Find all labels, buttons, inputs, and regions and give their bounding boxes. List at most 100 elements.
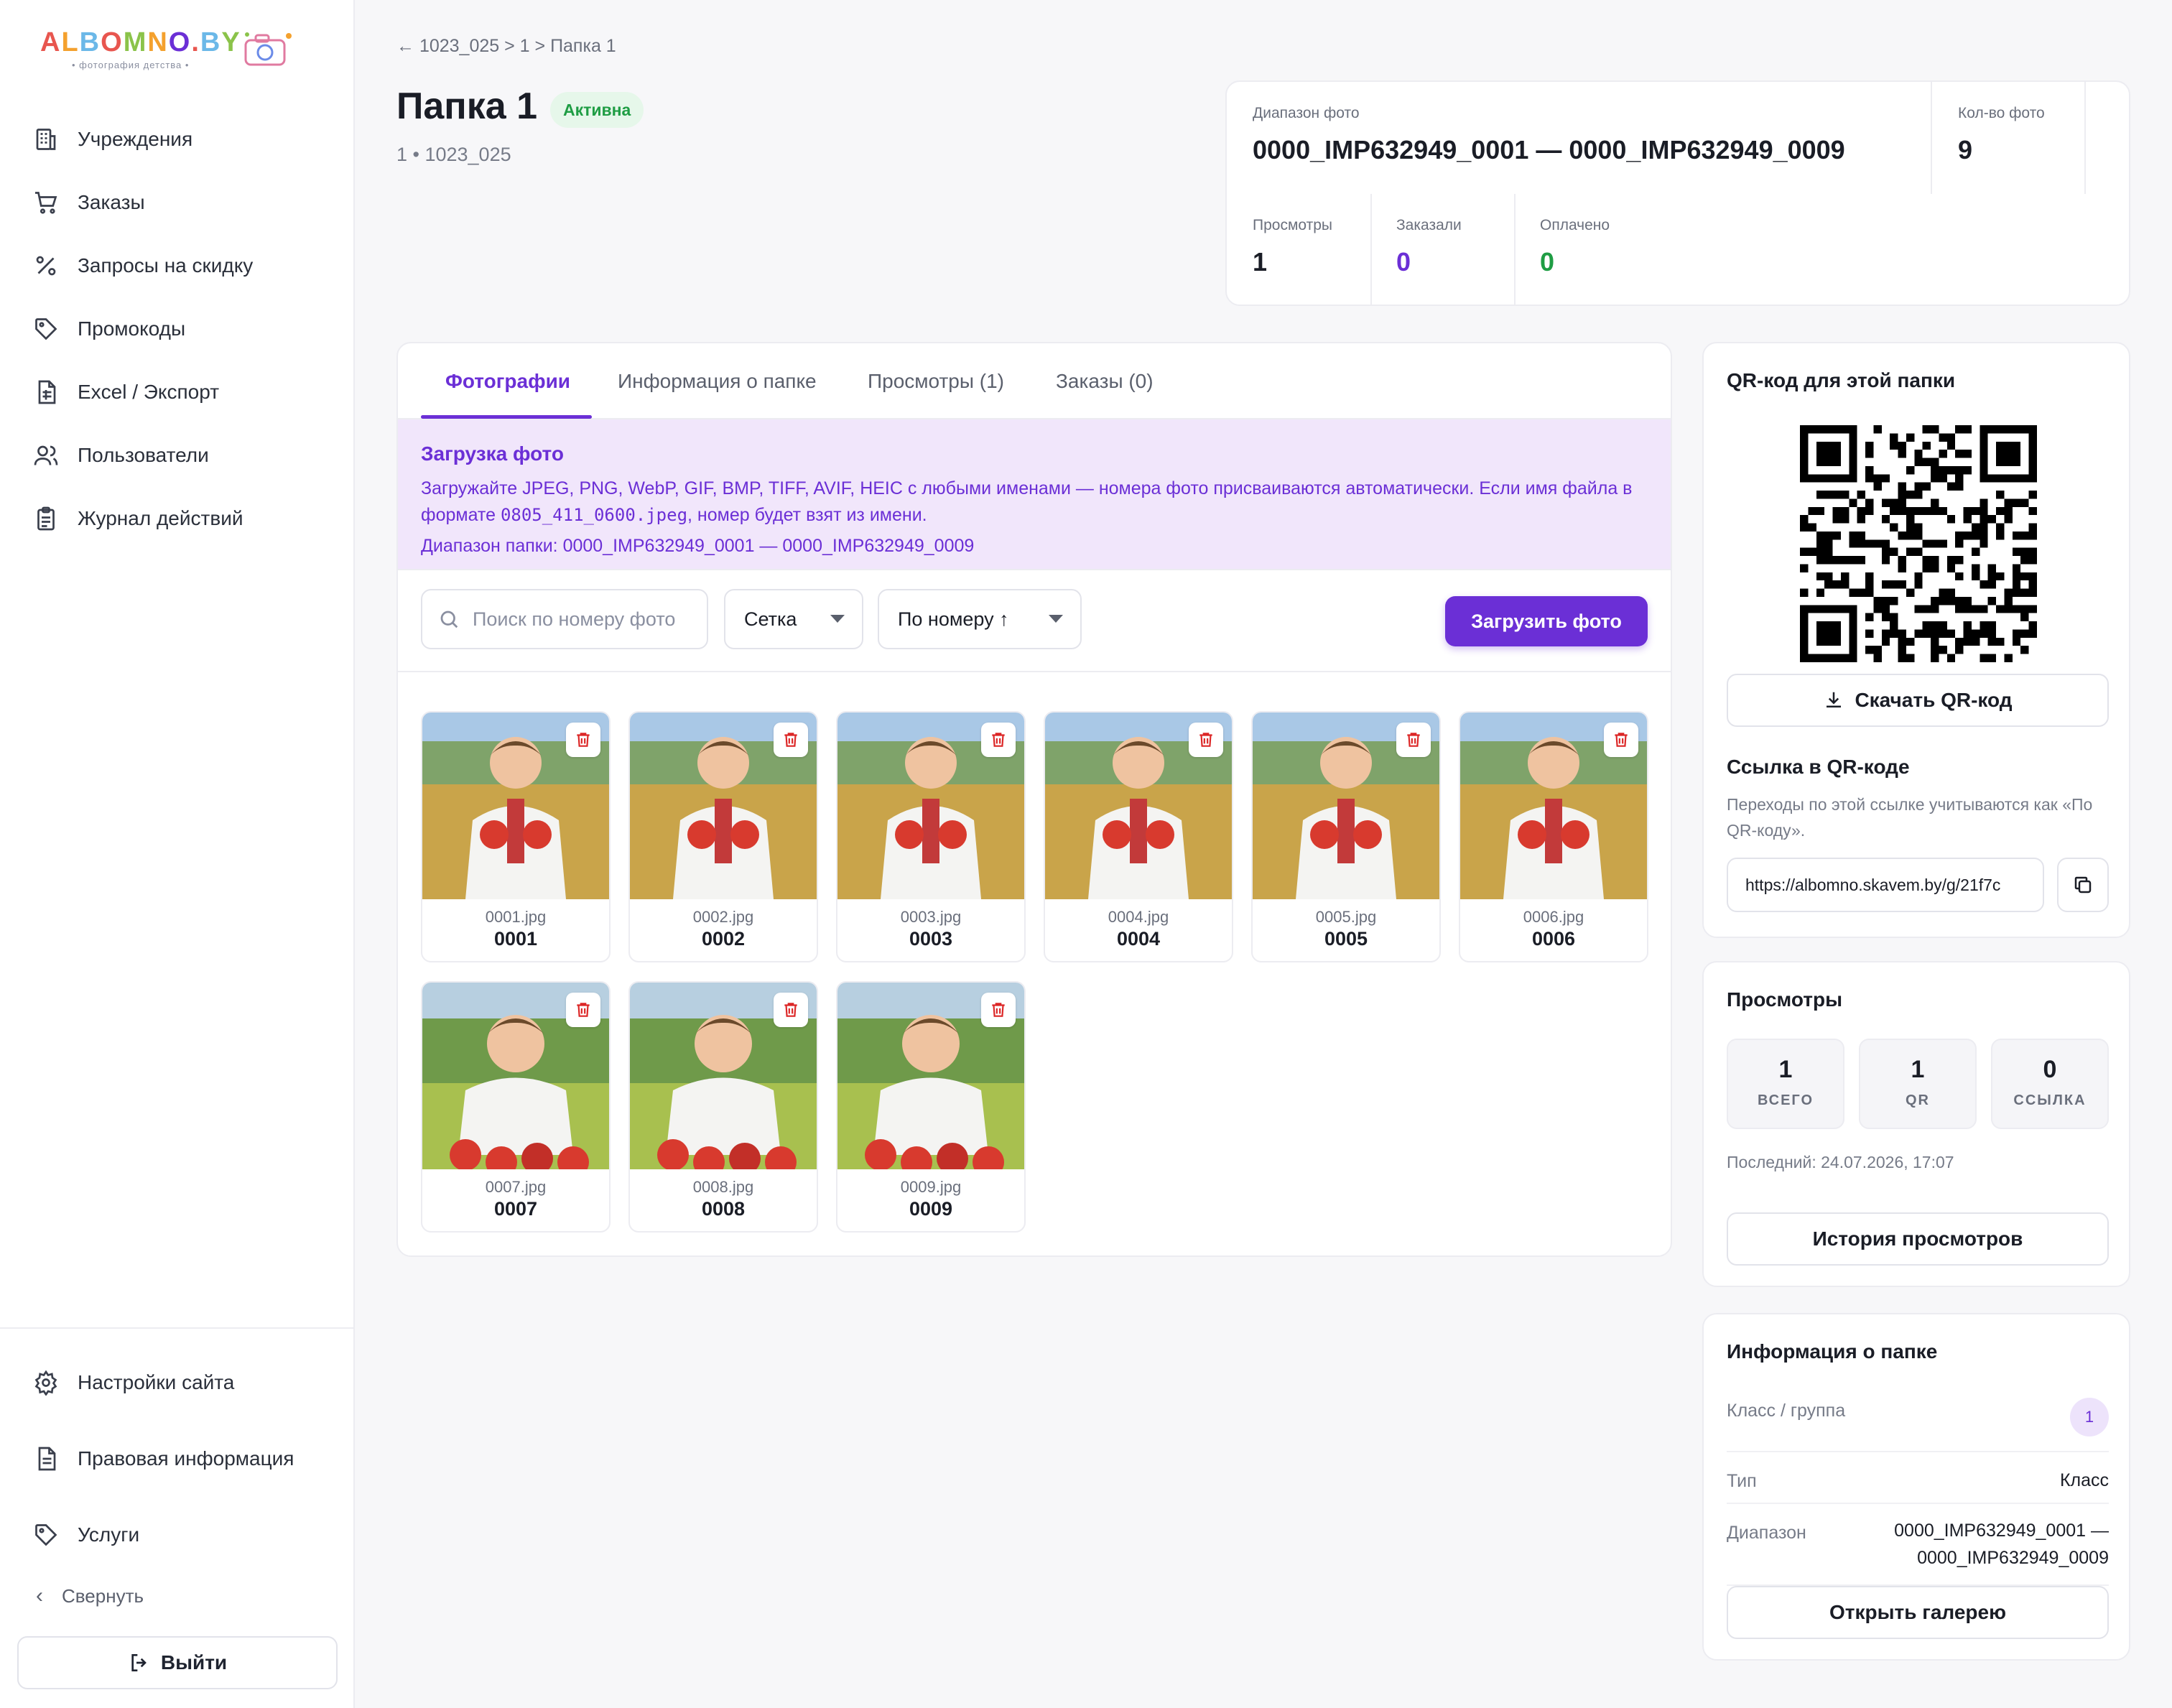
sidebar-item-legal-info[interactable]: Правовая информация — [17, 1421, 338, 1497]
sidebar-item-label: Excel / Экспорт — [78, 381, 220, 403]
upload-info-title: Загрузка фото — [421, 442, 564, 465]
views-qr-box: 1 QR — [1859, 1039, 1977, 1129]
sidebar-item-site-settings[interactable]: Настройки сайта — [17, 1345, 338, 1421]
sidebar-item-institutions[interactable]: Учреждения — [17, 108, 338, 171]
collapse-label: Свернуть — [62, 1584, 144, 1607]
tag-icon — [35, 318, 57, 340]
filename-format-code: 0805_411_0600.jpeg — [500, 505, 688, 525]
delete-photo-button[interactable] — [1189, 723, 1223, 757]
view-history-button[interactable]: История просмотров — [1727, 1212, 2109, 1266]
upload-info-banner: Загрузка фото Загружайте JPEG, PNG, WebP… — [398, 419, 1671, 570]
search-box[interactable] — [421, 589, 708, 649]
trash-icon — [574, 730, 593, 749]
upload-info-text: Загружайте JPEG, PNG, WebP, GIF, BMP, TI… — [421, 475, 1656, 529]
photo-tile[interactable]: 0004.jpg 0004 — [1044, 711, 1233, 962]
qr-link-field[interactable]: https://albomno.skavem.by/g/21f7c — [1727, 858, 2044, 912]
delete-photo-button[interactable] — [774, 993, 808, 1027]
photo-filename: 0005.jpg — [1315, 908, 1377, 926]
sidebar-item-excel-export[interactable]: Excel / Экспорт — [17, 361, 338, 424]
document-icon — [38, 1447, 56, 1471]
chevron-left-icon: ‹ — [36, 1584, 43, 1607]
sidebar-item-label: Услуги — [78, 1523, 140, 1546]
gear-icon — [34, 1370, 57, 1396]
views-link-value: 0 — [2043, 1056, 2057, 1083]
info-value: Класс — [2059, 1470, 2109, 1490]
stat-label: Оплачено — [1540, 217, 1610, 233]
qr-card-title: QR-код для этой папки — [1727, 369, 1956, 391]
delete-photo-button[interactable] — [566, 723, 600, 757]
sidebar-item-activity-log[interactable]: Журнал действий — [17, 487, 338, 550]
stat-ordered: Заказали 0 — [1396, 217, 1462, 277]
photo-tile[interactable]: 0003.jpg 0003 — [836, 711, 1026, 962]
download-qr-button[interactable]: Скачать QR-код — [1727, 674, 2109, 727]
active-tab-indicator — [421, 415, 592, 419]
photo-tile[interactable]: 0007.jpg 0007 — [421, 981, 611, 1233]
sidebar-item-promocodes[interactable]: Промокоды — [17, 297, 338, 361]
download-icon — [1827, 692, 1842, 707]
photo-tile[interactable]: 0009.jpg 0009 — [836, 981, 1026, 1233]
photo-number: 0005 — [1324, 928, 1368, 950]
sidebar-item-users[interactable]: Пользователи — [17, 424, 338, 487]
delete-photo-button[interactable] — [566, 993, 600, 1027]
breadcrumb[interactable]: ← 1023_025 > 1 > Папка 1 — [396, 36, 616, 57]
stat-value: 1 — [1253, 247, 1268, 277]
search-input[interactable] — [473, 608, 688, 631]
photo-tile[interactable]: 0006.jpg 0006 — [1459, 711, 1648, 962]
logout-label: Выйти — [160, 1651, 228, 1674]
logo[interactable]: ALBOMNO.BY • фотография детства • — [40, 27, 299, 78]
delete-photo-button[interactable] — [774, 723, 808, 757]
logout-button[interactable]: Выйти — [17, 1636, 338, 1689]
trash-icon — [1197, 730, 1215, 749]
spreadsheet-icon — [38, 380, 56, 404]
photo-number: 0004 — [1116, 928, 1161, 950]
qr-link-note: Переходы по этой ссылке учитываются как … — [1727, 795, 2093, 840]
clipboard-icon — [37, 506, 55, 531]
info-row-type: Тип Класс — [1727, 1452, 2109, 1504]
view-mode-select[interactable]: Сетка — [724, 589, 863, 649]
photo-tile[interactable]: 0005.jpg 0005 — [1251, 711, 1441, 962]
download-qr-label: Скачать QR-код — [1855, 689, 2013, 711]
sidebar-item-orders[interactable]: Заказы — [17, 171, 338, 234]
divider — [1931, 82, 1932, 194]
tab-orders[interactable]: Заказы (0) — [1056, 343, 1154, 419]
photo-tile[interactable]: 0002.jpg 0002 — [628, 711, 818, 962]
tabs: Фотографии Информация о папке Просмотры … — [398, 343, 1671, 419]
sort-select[interactable]: По номеру ↑ — [878, 589, 1082, 649]
sidebar-item-services[interactable]: Услуги — [17, 1497, 338, 1573]
folder-info-title: Информация о папке — [1727, 1340, 1938, 1363]
trash-icon — [781, 1001, 800, 1019]
sidebar-item-label: Промокоды — [78, 317, 186, 340]
sidebar-item-discount-requests[interactable]: Запросы на скидку — [17, 234, 338, 297]
photo-filename: 0001.jpg — [485, 908, 547, 926]
open-gallery-button[interactable]: Открыть галерею — [1727, 1586, 2109, 1639]
search-icon — [440, 611, 458, 628]
photo-filename: 0006.jpg — [1523, 908, 1584, 926]
page-title: Папка 1 — [396, 85, 538, 127]
stat-label: Заказали — [1396, 217, 1462, 233]
tab-folder-info[interactable]: Информация о папке — [618, 343, 817, 419]
delete-photo-button[interactable] — [981, 993, 1016, 1027]
upload-photos-button[interactable]: Загрузить фото — [1445, 596, 1648, 646]
delete-photo-button[interactable] — [981, 723, 1016, 757]
stats-card: Диапазон фото 0000_IMP632949_0001 — 0000… — [1225, 80, 2130, 306]
folder-info-card: Информация о папке Класс / группа 1 Тип … — [1702, 1313, 2130, 1661]
photo-tile[interactable]: 0001.jpg 0001 — [421, 711, 611, 962]
views-card-title: Просмотры — [1727, 988, 1843, 1011]
qr-code-image — [1800, 425, 2037, 662]
tab-views[interactable]: Просмотры (1) — [868, 343, 1004, 419]
delete-photo-button[interactable] — [1396, 723, 1431, 757]
trash-icon — [781, 730, 800, 749]
collapse-sidebar-button[interactable]: ‹ Свернуть — [36, 1584, 144, 1608]
photo-number: 0007 — [493, 1198, 538, 1220]
copy-link-button[interactable] — [2057, 858, 2109, 912]
sort-value: По номеру ↑ — [898, 608, 1009, 630]
tab-photos[interactable]: Фотографии — [445, 343, 570, 419]
sidebar-item-label: Заказы — [78, 191, 145, 213]
copy-icon — [2074, 876, 2092, 894]
sidebar: ALBOMNO.BY • фотография детства • Учрежд… — [0, 0, 355, 1708]
photo-filename: 0008.jpg — [692, 1178, 754, 1196]
photo-tile[interactable]: 0008.jpg 0008 — [628, 981, 818, 1233]
views-link-box: 0 ССЫЛКА — [1991, 1039, 2109, 1129]
building-icon — [36, 129, 56, 150]
delete-photo-button[interactable] — [1604, 723, 1638, 757]
